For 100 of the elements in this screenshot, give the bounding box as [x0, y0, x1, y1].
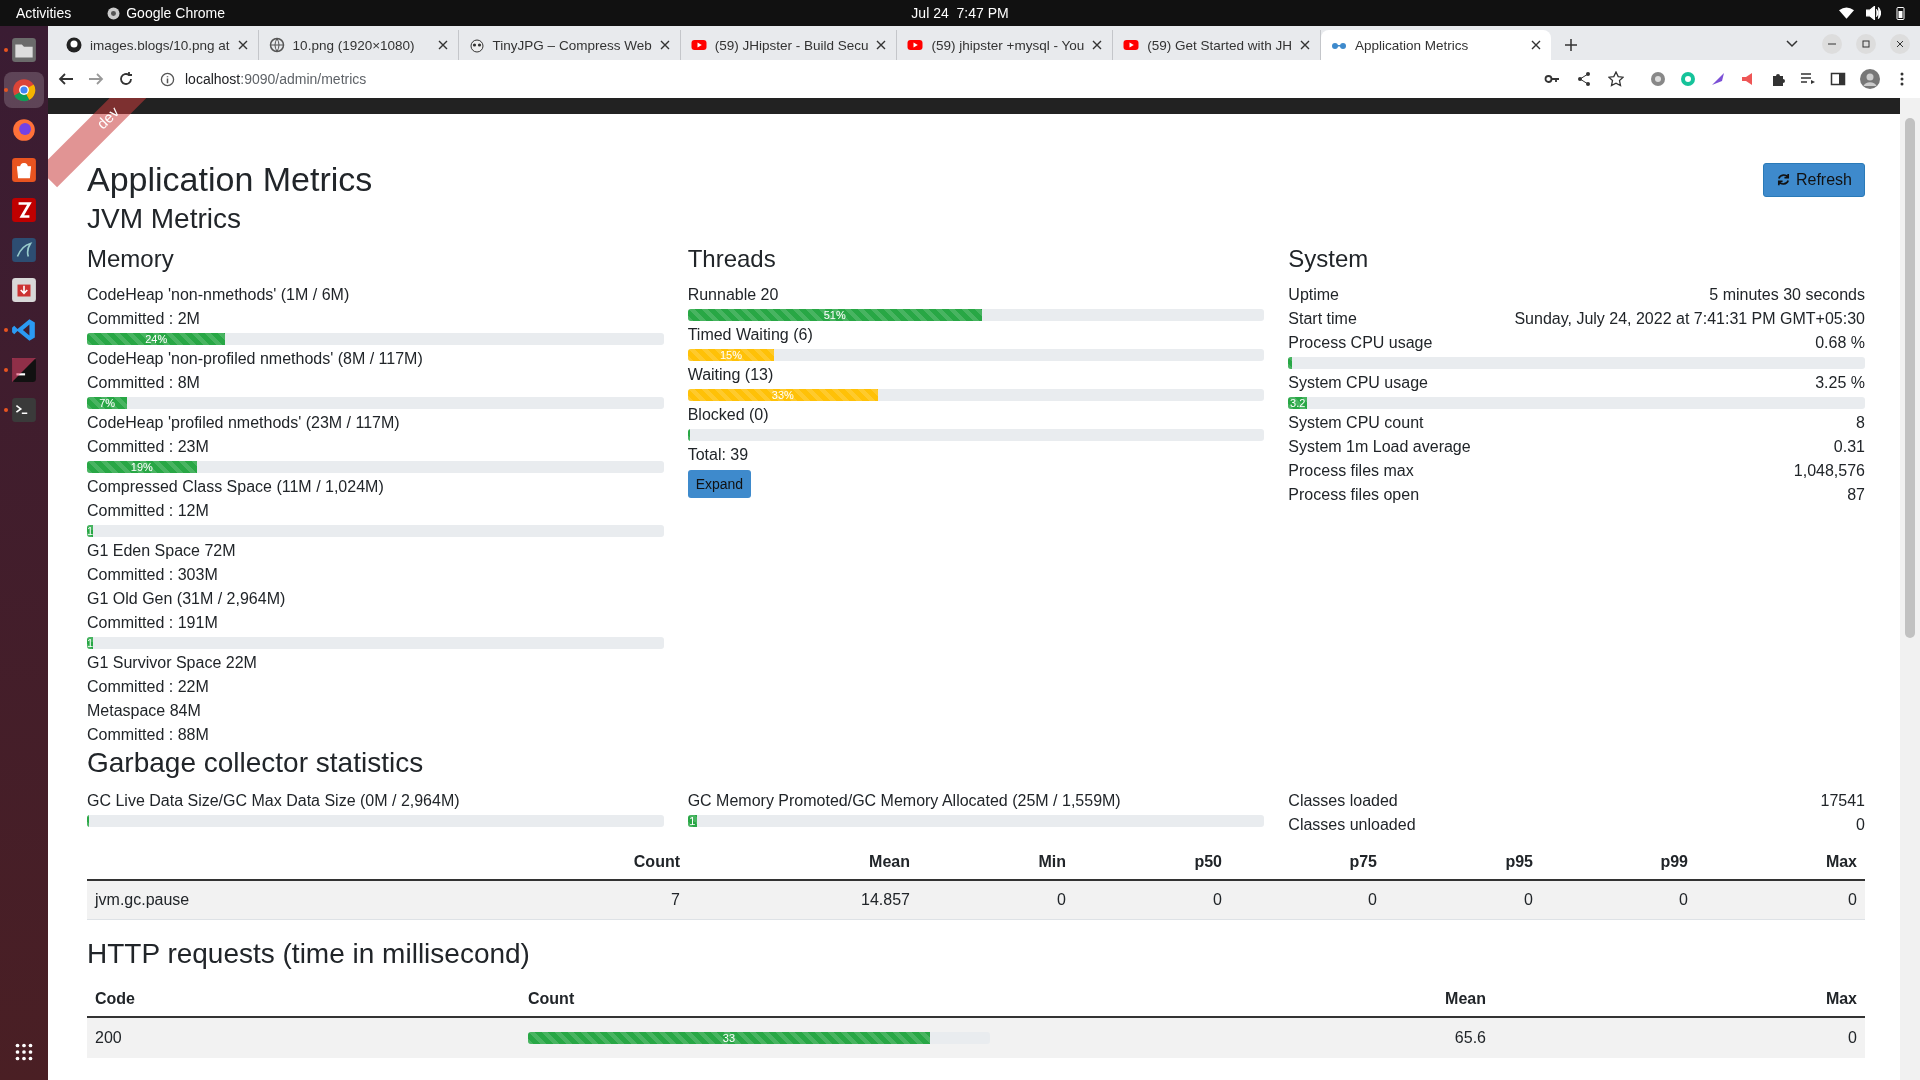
dock-item[interactable] — [4, 72, 44, 108]
metric-label: Timed Waiting (6) — [687, 325, 814, 345]
speaker-icon[interactable] — [1866, 6, 1881, 20]
column-header: Mean — [1444, 989, 1487, 1009]
metric-value: 87 — [1847, 485, 1865, 505]
table-cell-text: 0 — [1678, 890, 1689, 910]
column-header: Min — [1037, 852, 1067, 872]
round-logo-icon — [107, 6, 121, 20]
refresh-icon — [1775, 172, 1791, 187]
expand-button[interactable]: Expand — [687, 470, 752, 498]
share-icon[interactable] — [1576, 71, 1592, 87]
metric-label: Committed : 191M — [87, 613, 219, 633]
maximize-icon[interactable] — [1856, 34, 1876, 54]
close-icon[interactable] — [237, 40, 248, 50]
metric-label: Blocked (0) — [687, 405, 770, 425]
metric-label: Classes unloaded — [1288, 815, 1416, 835]
forward-arrow-icon[interactable] — [88, 71, 104, 87]
puzzle-icon[interactable] — [1770, 71, 1786, 87]
playlist-icon[interactable] — [1800, 71, 1816, 87]
progress-fill: 51% — [687, 309, 982, 321]
table-cell-text: 0 — [1367, 890, 1378, 910]
running-dot — [4, 88, 8, 92]
star-icon[interactable] — [1608, 71, 1624, 87]
chevron-down-icon[interactable] — [1786, 40, 1798, 48]
browser-tab[interactable]: Application Metrics — [1321, 30, 1551, 60]
metric-label: Uptime — [1288, 285, 1339, 305]
close-icon[interactable] — [659, 40, 670, 50]
progress-fill: 1 — [687, 815, 697, 827]
reload-icon[interactable] — [118, 71, 134, 87]
back-arrow-icon[interactable] — [58, 71, 74, 87]
metric-label: System CPU usage — [1288, 373, 1428, 393]
close-icon[interactable] — [1890, 34, 1910, 54]
metric-value: 0.68 % — [1815, 333, 1865, 353]
close-icon[interactable] — [1531, 40, 1541, 50]
progress-fill: 33% — [687, 389, 878, 401]
table-cell-text: 0 — [1847, 1028, 1858, 1048]
box-icon — [11, 277, 37, 303]
progress-fill: 19% — [87, 461, 197, 473]
metric-label: Process files max — [1288, 461, 1414, 481]
table-cell-text: jvm.gc.pause — [93, 890, 191, 910]
play-icon — [1123, 37, 1140, 53]
running-dot — [4, 48, 8, 52]
table-cell-text: 200 — [94, 1028, 123, 1048]
metric-label: Process CPU usage — [1288, 333, 1433, 353]
tab-title: TinyJPG – Compress Web — [492, 37, 652, 53]
column-title: System — [1288, 245, 1370, 273]
wifi-icon[interactable] — [1839, 6, 1854, 20]
battery-icon[interactable] — [1893, 6, 1908, 20]
minimize-icon[interactable] — [1822, 34, 1842, 54]
metric-label: Committed : 23M — [87, 437, 210, 457]
progress-fill: 7% — [87, 397, 128, 409]
total-label: Total: 39 — [687, 445, 750, 465]
clock[interactable]: Jul 24 7:47 PM — [911, 5, 1009, 21]
side-panel-icon[interactable] — [1830, 71, 1846, 87]
close-icon[interactable] — [876, 40, 887, 50]
globe-icon — [268, 37, 285, 53]
close-icon[interactable] — [437, 40, 448, 50]
refresh-button[interactable]: Refresh — [1762, 162, 1865, 197]
running-dot — [4, 408, 8, 412]
activities-button[interactable]: Activities — [16, 5, 72, 21]
close-icon[interactable] — [1300, 40, 1310, 50]
page-title: Application Metrics — [87, 160, 373, 199]
section-title: HTTP requests (time in millisecond) — [87, 938, 531, 970]
progress-fill: 1 — [87, 525, 94, 537]
metric-label: Committed : 8M — [87, 373, 201, 393]
table-cell-text: 7 — [670, 890, 681, 910]
scrollbar-thumb[interactable] — [1905, 118, 1915, 638]
extension-icon[interactable] — [1650, 71, 1666, 87]
table-cell-text: 0 — [1056, 890, 1067, 910]
metric-label: Committed : 2M — [87, 309, 201, 329]
metric-label: Runnable 20 — [687, 285, 780, 305]
metric-label: G1 Old Gen (31M / 2,964M) — [87, 589, 287, 609]
app-menu[interactable]: Google Chrome — [107, 5, 226, 21]
info-icon[interactable] — [160, 71, 175, 87]
metric-label: Compressed Class Space (11M / 1,024M) — [87, 477, 385, 497]
address-field[interactable]: localhost:9090/admin/metrics — [148, 64, 1636, 94]
close-icon[interactable] — [1092, 40, 1103, 50]
scrollbar[interactable] — [1900, 98, 1920, 1080]
metric-label: Classes loaded — [1288, 791, 1398, 811]
metric-label: Committed : 303M — [87, 565, 219, 585]
avatar-icon[interactable] — [1860, 69, 1880, 89]
tab-title: (59) jhipster +mysql - You — [931, 37, 1085, 53]
progress-fill: 3.2 — [1288, 397, 1308, 409]
app-icon — [11, 197, 37, 223]
round-logo-icon — [11, 117, 37, 143]
table-cell-text: 0 — [1523, 890, 1534, 910]
progress-fill: 15% — [687, 349, 775, 361]
metric-value: 17541 — [1820, 791, 1865, 811]
new-tab-icon[interactable] — [1565, 39, 1577, 51]
table-cell-text: 65.6 — [1453, 1028, 1487, 1048]
column-title: Memory — [87, 245, 175, 273]
metric-label: CodeHeap 'profiled nmethods' (23M / 117M) — [87, 413, 401, 433]
metric-value: 0.31 — [1833, 437, 1865, 457]
metric-label: System CPU count — [1288, 413, 1424, 433]
tab-title: images.blogs/10.png at — [90, 37, 230, 53]
bag-icon — [11, 157, 37, 183]
progress-fill: 1 — [87, 637, 94, 649]
section-title: JVM Metrics — [87, 203, 242, 235]
metric-value: 8 — [1856, 413, 1865, 433]
metric-label: CodeHeap 'non-nmethods' (1M / 6M) — [87, 285, 351, 305]
